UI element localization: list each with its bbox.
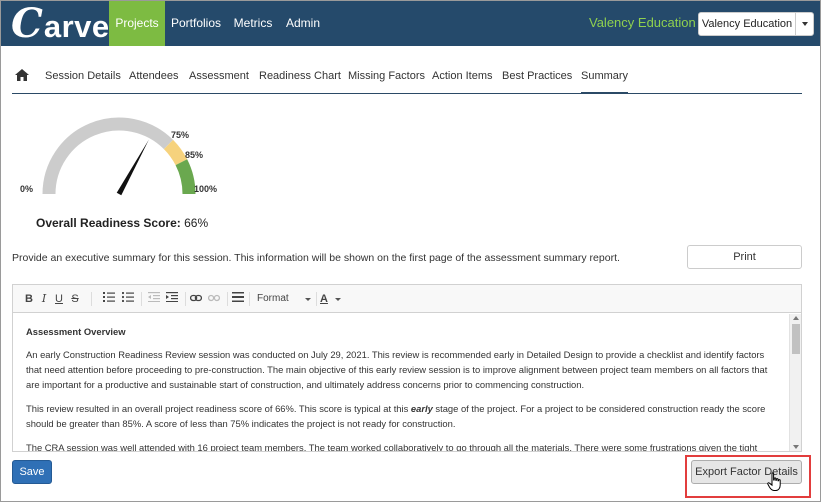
gauge-segment-good [175, 159, 196, 195]
session-tabs: Session Details Attendees Assessment Rea… [12, 62, 802, 94]
toolbar-divider [91, 292, 92, 306]
chevron-down-icon [305, 298, 311, 301]
chevron-down-icon [801, 22, 808, 26]
format-dropdown-label: Format [257, 293, 289, 304]
gauge-label-85: 85% [185, 150, 204, 160]
format-dropdown[interactable]: Format [257, 291, 313, 307]
gauge-needle [116, 139, 149, 196]
nav-metrics[interactable]: Metrics [227, 1, 279, 46]
summary-heading: Assessment Overview [26, 326, 126, 337]
editor-scrollbar[interactable] [789, 314, 801, 451]
nav-admin[interactable]: Admin [279, 1, 327, 46]
gauge-label-min: 0% [20, 184, 34, 194]
tab-action-items[interactable]: Action Items [432, 62, 493, 94]
summary-instruction: Provide an executive summary for this se… [12, 252, 620, 264]
toolbar-divider [185, 292, 186, 306]
tab-missing-factors[interactable]: Missing Factors [348, 62, 425, 94]
chevron-down-icon [335, 298, 341, 301]
score-value: 66% [184, 216, 209, 230]
italic-icon[interactable]: I [38, 291, 50, 307]
summary-paragraph-1: An early Construction Readiness Review s… [26, 349, 768, 390]
toolbar-divider [249, 292, 250, 306]
tab-attendees[interactable]: Attendees [129, 62, 179, 94]
tab-best-practices[interactable]: Best Practices [502, 62, 572, 94]
numbered-list-icon[interactable] [102, 291, 116, 307]
logo-text: arve [43, 9, 110, 44]
export-factor-details-button[interactable]: Export Factor Details [691, 460, 802, 484]
org-name: Valency Education [589, 15, 696, 30]
toolbar-divider [227, 292, 228, 306]
carve-logo[interactable]: C arve [11, 4, 110, 44]
scroll-up-icon[interactable] [793, 316, 799, 320]
summary-editor: B I U S Format A Assessment Overview An … [12, 284, 802, 452]
readiness-gauge: 0% 75% 85% 100% [14, 112, 234, 205]
hand-cursor-icon [767, 472, 783, 495]
org-select-toggle[interactable] [795, 13, 813, 35]
unlink-icon[interactable] [207, 291, 221, 307]
nav-projects[interactable]: Projects [109, 1, 165, 46]
print-button[interactable]: Print [687, 245, 802, 269]
outdent-icon[interactable] [147, 291, 161, 307]
tab-readiness-chart[interactable]: Readiness Chart [259, 62, 341, 94]
gauge-label-75: 75% [171, 130, 190, 140]
scroll-down-icon[interactable] [793, 445, 799, 449]
top-navbar: C arve Projects Portfolios Metrics Admin… [1, 1, 820, 46]
indent-icon[interactable] [165, 291, 179, 307]
overall-readiness-score: Overall Readiness Score: 66% [36, 216, 208, 230]
bulleted-list-icon[interactable] [121, 291, 135, 307]
tab-assessment[interactable]: Assessment [189, 62, 249, 94]
gauge-segment-base [42, 117, 174, 195]
gauge-label-max: 100% [194, 184, 218, 194]
score-label: Overall Readiness Score: [36, 216, 181, 230]
editor-content[interactable]: Assessment Overview An early Constructio… [13, 314, 789, 451]
toolbar-divider [141, 292, 142, 306]
org-select[interactable]: Valency Education [698, 12, 814, 36]
summary-paragraph-3: The CRA session was well attended with 1… [26, 442, 758, 451]
link-icon[interactable] [189, 291, 203, 307]
summary-paragraph-2: This review resulted in an overall proje… [26, 401, 777, 431]
home-icon[interactable] [15, 69, 29, 84]
save-button[interactable]: Save [12, 460, 52, 484]
tab-summary[interactable]: Summary [581, 62, 629, 94]
logo-initial: C [11, 0, 43, 47]
paragraph-2-text-a: This review resulted in an overall proje… [26, 403, 411, 414]
underline-icon[interactable]: U [53, 291, 65, 307]
tab-session-details[interactable]: Session Details [45, 62, 121, 94]
font-color-button[interactable]: A [320, 291, 344, 307]
scrollbar-thumb[interactable] [792, 324, 800, 354]
paragraph-2-emphasis: early [410, 403, 433, 414]
horizontal-rule-icon[interactable] [231, 291, 245, 307]
strikethrough-icon[interactable]: S [69, 291, 81, 307]
bold-icon[interactable]: B [23, 291, 35, 307]
toolbar-divider [316, 292, 317, 306]
editor-toolbar: B I U S Format A [13, 285, 801, 313]
gauge-segment-warning [163, 139, 188, 166]
nav-portfolios[interactable]: Portfolios [165, 1, 227, 46]
font-color-icon: A [320, 293, 328, 305]
org-select-value: Valency Education [701, 18, 793, 30]
